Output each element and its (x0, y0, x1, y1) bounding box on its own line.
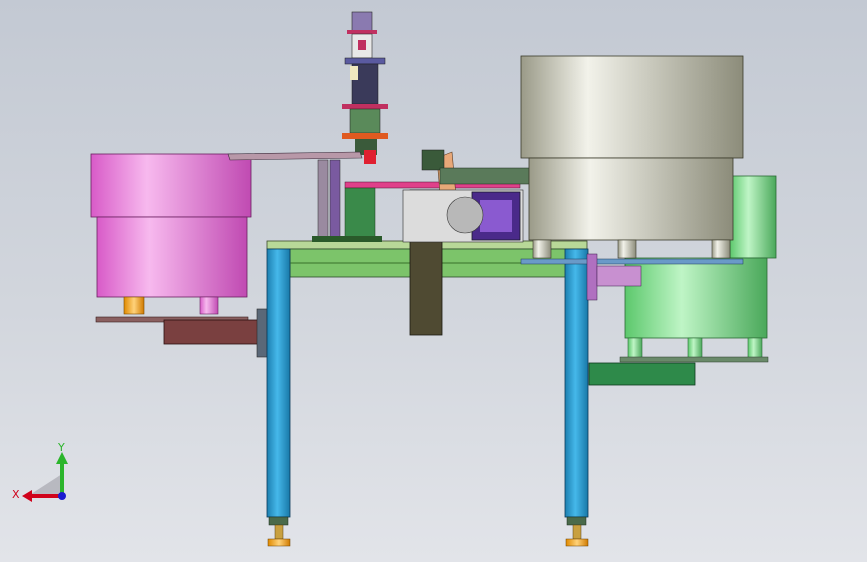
x-axis-label: X (12, 488, 20, 501)
y-axis-label: Y (57, 441, 65, 454)
x-arrow-icon (22, 490, 32, 502)
right-leg[interactable] (564, 248, 589, 547)
cad-viewport[interactable]: Y X (0, 0, 867, 562)
left-leg[interactable] (266, 248, 291, 547)
machine-model[interactable] (0, 0, 867, 562)
right-discharge-chute[interactable] (588, 362, 696, 386)
left-discharge-chute[interactable] (163, 308, 268, 358)
vertical-press-column[interactable] (342, 11, 388, 164)
triad-plane (28, 474, 62, 496)
left-feeder-bowl[interactable] (90, 153, 252, 323)
axis-triad: Y X (12, 441, 68, 502)
z-axis-icon (58, 492, 66, 500)
drive-motor[interactable] (402, 167, 531, 243)
right-feeder-bowl[interactable] (520, 55, 744, 265)
